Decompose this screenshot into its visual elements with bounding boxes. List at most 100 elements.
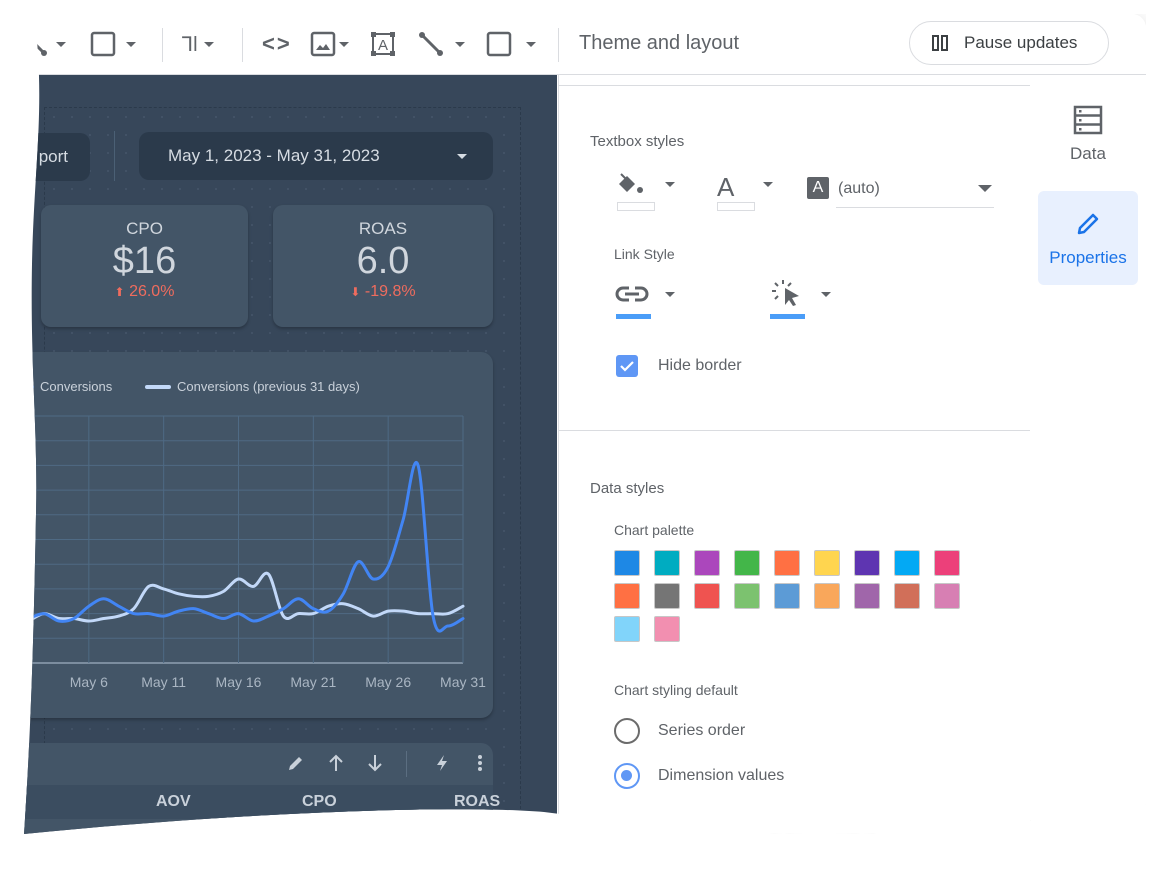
chevron-down-icon [665,292,675,297]
palette-swatch[interactable] [694,550,720,576]
palette-swatch[interactable] [654,616,680,642]
link-color-button[interactable] [615,282,651,311]
canvas-divider [114,131,115,181]
link-icon [615,282,651,306]
section-divider [559,430,1030,431]
chevron-down-icon [665,182,675,187]
code-icon: <> [262,31,292,56]
table-header-row: AOV CPO ROAS [24,785,493,819]
link-style-title: Link Style [614,246,675,262]
palette-swatch[interactable] [654,583,680,609]
x-tick-label: May 31 [440,674,486,690]
toolbar-divider [162,28,163,62]
kpi-card-cpo[interactable]: CPO $16 ⬆ 26.0% [41,205,248,327]
side-rail: Data Properties [1030,75,1146,834]
kpi-value: 6.0 [356,240,410,282]
kpi-change: ⬇ -19.8% [273,283,493,301]
cursor-click-icon [769,278,805,308]
pause-updates-button[interactable]: Pause updates [909,21,1109,65]
rectangle-icon [90,31,116,57]
link-hover-color-underline [770,314,805,319]
hide-border-checkbox[interactable] [616,355,638,377]
palette-swatch[interactable] [894,583,920,609]
font-family-select[interactable]: (auto) [836,173,994,208]
series-line-conversions[interactable] [29,462,463,631]
column-header-aov[interactable]: AOV [156,793,191,811]
arrow-up-icon[interactable] [326,753,346,773]
time-series-chart-card[interactable]: Conversions Conversions (previous 31 day… [24,352,493,718]
text-color-button[interactable]: A [717,172,734,203]
palette-swatch[interactable] [894,550,920,576]
palette-swatch[interactable] [694,583,720,609]
column-header-roas[interactable]: ROAS [454,793,500,811]
palette-swatch[interactable] [934,583,960,609]
report-button[interactable]: port [24,133,90,181]
fill-color-button[interactable] [615,172,645,201]
x-tick-label: May 11 [141,674,186,690]
chevron-down-icon [56,42,66,47]
toolbar-divider [558,28,559,62]
pause-updates-label: Pause updates [964,33,1078,52]
text-format-icon: Ꞁl [182,33,198,56]
report-button-label: port [38,147,68,166]
palette-swatch[interactable] [814,583,840,609]
database-icon [1073,105,1103,135]
line-tool-2-button[interactable] [418,28,465,60]
date-range-picker[interactable]: May 1, 2023 - May 31, 2023 [139,132,493,180]
rail-tab-data[interactable]: Data [1038,99,1138,193]
x-tick-label: May 26 [365,674,411,690]
text-color-icon: A [717,172,735,202]
chevron-down-icon [457,154,467,159]
kpi-value: $16 [112,240,177,282]
kpi-card-roas[interactable]: ROAS 6.0 ⬇ -19.8% [273,205,493,327]
palette-swatch[interactable] [934,550,960,576]
rectangle-tool-button[interactable] [90,28,136,60]
palette-swatch[interactable] [654,550,680,576]
text-box-icon: A [370,31,396,57]
palette-swatch[interactable] [734,583,760,609]
palette-swatch[interactable] [614,616,640,642]
palette-swatch[interactable] [774,550,800,576]
rail-tab-properties[interactable]: Properties [1038,191,1138,285]
lightning-icon[interactable] [432,753,452,773]
table-card[interactable]: AOV CPO ROAS [24,743,493,834]
x-tick-label: May 21 [290,674,336,690]
shape-tool-button[interactable] [486,28,536,60]
column-header-cpo[interactable]: CPO [302,793,337,811]
link-hover-color-button[interactable] [769,278,805,313]
palette-swatch[interactable] [614,583,640,609]
panel-divider [559,85,1030,86]
radio-dimension-values[interactable] [614,763,640,789]
theme-and-layout-button[interactable]: Theme and layout [579,32,739,55]
kpi-change-value: 26.0% [129,283,175,300]
chevron-down-icon [978,185,992,192]
palette-swatch[interactable] [854,550,880,576]
palette-swatch[interactable] [614,550,640,576]
kpi-change: ⬆ 26.0% [41,283,248,301]
report-canvas[interactable]: port May 1, 2023 - May 31, 2023 CPO $16 … [24,75,557,834]
text-color-swatch [717,202,755,211]
app-window: Ꞁl <> A Theme and layout Pause updates p… [24,14,1146,834]
image-tool-button[interactable] [310,28,349,60]
chart-palette-title: Chart palette [614,522,695,538]
chevron-down-icon [526,42,536,47]
text-format-button[interactable]: Ꞁl [182,28,214,60]
more-vert-icon[interactable] [476,753,484,773]
embed-code-button[interactable]: <> [262,28,292,60]
line-tool-button[interactable] [24,28,66,60]
text-box-button[interactable]: A [370,28,396,60]
palette-swatch[interactable] [734,550,760,576]
arrow-down-icon[interactable] [365,753,385,773]
radio-series-order[interactable] [614,718,640,744]
image-icon [310,31,336,57]
chevron-down-icon [204,42,214,47]
pencil-icon[interactable] [286,753,306,773]
chevron-down-icon [455,42,465,47]
palette-swatch[interactable] [814,550,840,576]
toolbar-divider [242,28,243,62]
palette-swatch[interactable] [854,583,880,609]
toolbar: Ꞁl <> A Theme and layout Pause updates [24,14,1146,75]
kpi-label: ROAS [358,219,408,238]
pencil-icon [1073,209,1103,239]
palette-swatch[interactable] [774,583,800,609]
